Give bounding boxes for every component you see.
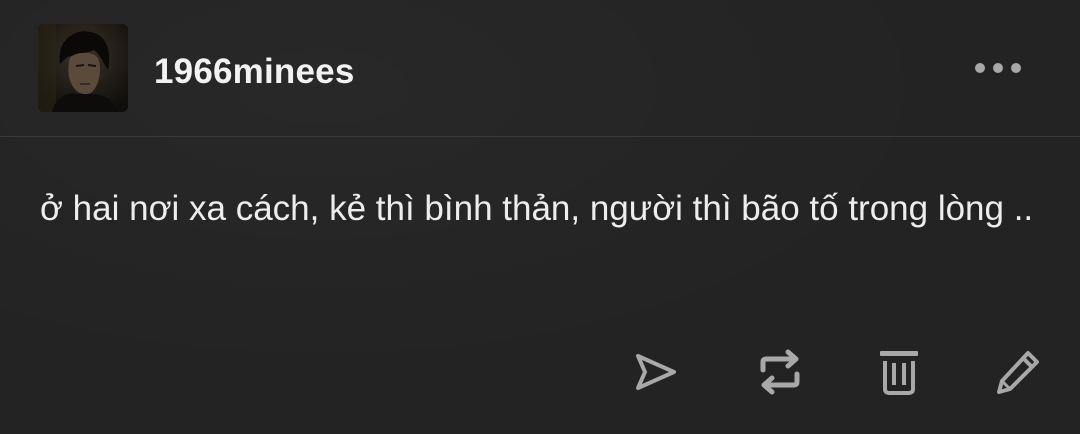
post-card: 1966minees ở hai nơi xa cách, kẻ thì bìn… [0,0,1080,434]
username[interactable]: 1966minees [154,52,354,92]
pencil-icon [997,351,1039,394]
share-button[interactable] [628,344,684,400]
reblog-button[interactable] [752,344,808,400]
avatar-image [38,24,128,112]
reblog-icon [760,349,800,395]
avatar[interactable] [38,24,128,112]
post-actions [0,340,1080,400]
post-body-text: ở hai nơi xa cách, kẻ thì bình thản, ngư… [40,189,1034,228]
delete-button[interactable] [871,344,927,400]
trash-icon [880,351,918,395]
more-options-button[interactable] [966,52,1030,84]
send-icon [636,354,676,390]
edit-button[interactable] [990,344,1046,400]
post-header: 1966minees [0,0,1080,137]
ellipsis-horizontal-icon [975,63,1021,73]
